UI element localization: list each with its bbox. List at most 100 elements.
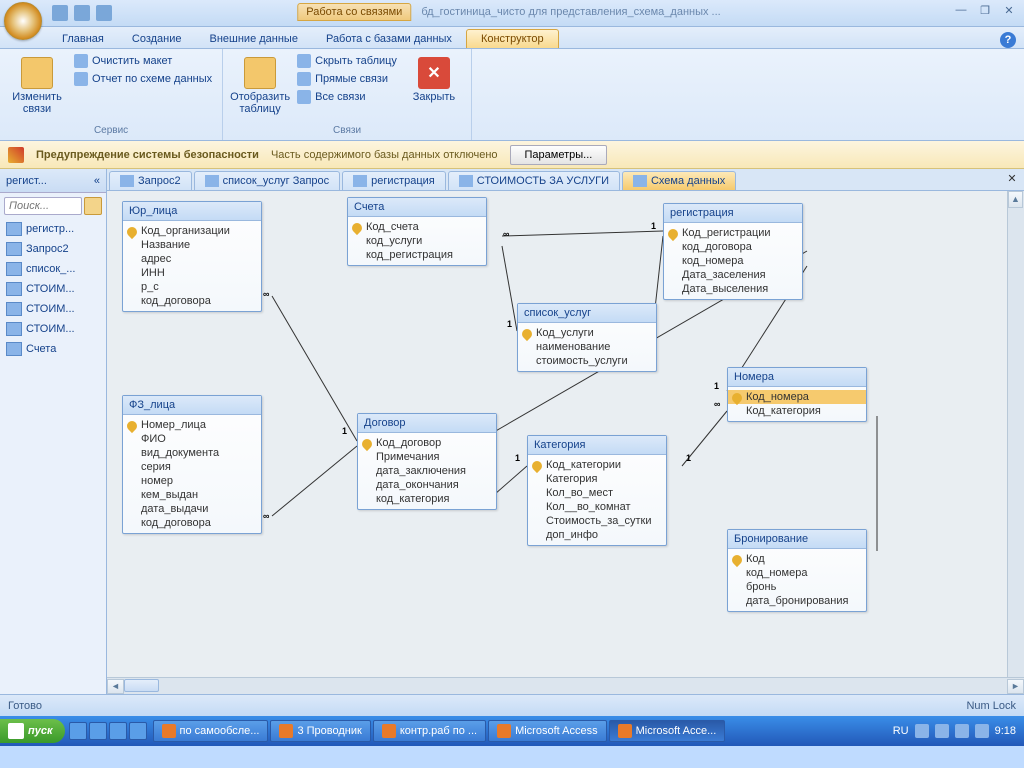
field[interactable]: код_договора (123, 294, 261, 308)
table-Юр_лица[interactable]: Юр_лицаКод_организацииНазваниеадресИННр_… (122, 201, 262, 312)
doc-tab-0[interactable]: Запрос2 (109, 171, 192, 190)
field[interactable]: доп_инфо (528, 528, 666, 542)
close-button[interactable]: ✕ (1000, 4, 1018, 18)
office-button[interactable] (4, 2, 42, 40)
table-Договор[interactable]: ДоговорКод_договорПримечаниядата_заключе… (357, 413, 497, 510)
field[interactable]: Код_счета (348, 220, 486, 234)
table-регистрация[interactable]: регистрацияКод_регистрациикод_договорако… (663, 203, 803, 300)
ribbon-tab-create[interactable]: Создание (118, 30, 196, 48)
field[interactable]: адрес (123, 252, 261, 266)
field[interactable]: код_услуги (348, 234, 486, 248)
table-header[interactable]: Юр_лица (123, 202, 261, 221)
table-header[interactable]: Номера (728, 368, 866, 387)
field[interactable]: дата_бронирования (728, 594, 866, 608)
field[interactable]: код_договора (664, 240, 802, 254)
hide-table-button[interactable]: Скрыть таблицу (295, 53, 399, 69)
clear-layout-button[interactable]: Очистить макет (72, 53, 214, 69)
nav-item[interactable]: СТОИМ... (0, 279, 106, 299)
field[interactable]: серия (123, 460, 261, 474)
field[interactable]: Стоимость_за_сутки (528, 514, 666, 528)
table-header[interactable]: список_услуг (518, 304, 656, 323)
field[interactable]: наименование (518, 340, 656, 354)
table-header[interactable]: регистрация (664, 204, 802, 223)
relations-canvas[interactable]: ∞ 1 ∞ ∞ 1 1 ∞ 1 1 ∞ 1 ∞ Юр_лицаКод_орган… (107, 191, 1024, 677)
field[interactable]: Кол__во_комнат (528, 500, 666, 514)
ribbon-tab-home[interactable]: Главная (48, 30, 118, 48)
field[interactable]: Код_категории (528, 458, 666, 472)
taskbar-item[interactable]: контр.раб по ... (373, 720, 486, 742)
field[interactable]: вид_документа (123, 446, 261, 460)
ql-ie-icon[interactable] (69, 722, 87, 740)
ql-firefox-icon[interactable] (109, 722, 127, 740)
field[interactable]: стоимость_услуги (518, 354, 656, 368)
table-header[interactable]: Бронирование (728, 530, 866, 549)
close-design-button[interactable]: ✕Закрыть (405, 53, 463, 103)
nav-item[interactable]: СТОИМ... (0, 299, 106, 319)
start-button[interactable]: пуск (0, 719, 65, 743)
scroll-right-icon[interactable]: ► (1007, 679, 1024, 694)
field[interactable]: номер (123, 474, 261, 488)
table-Категория[interactable]: КатегорияКод_категорииКатегорияКол_во_ме… (527, 435, 667, 546)
all-relations-button[interactable]: Все связи (295, 89, 399, 105)
field[interactable]: р_с (123, 280, 261, 294)
qat-save-icon[interactable] (52, 5, 68, 21)
relation-report-button[interactable]: Отчет по схеме данных (72, 71, 214, 87)
field[interactable]: Код (728, 552, 866, 566)
scroll-thumb[interactable] (124, 679, 159, 692)
doc-tab-1[interactable]: список_услуг Запрос (194, 171, 341, 190)
field[interactable]: бронь (728, 580, 866, 594)
table-Счета[interactable]: Счета Код_счетакод_услугикод_регистрация (347, 197, 487, 266)
field[interactable]: код_договора (123, 516, 261, 530)
clock[interactable]: 9:18 (995, 725, 1016, 737)
field[interactable]: Код_договор (358, 436, 496, 450)
restore-button[interactable]: ❐ (976, 4, 994, 18)
ribbon-tab-dbtools[interactable]: Работа с базами данных (312, 30, 466, 48)
scroll-left-icon[interactable]: ◄ (107, 679, 124, 694)
doc-tab-3[interactable]: СТОИМОСТЬ ЗА УСЛУГИ (448, 171, 620, 190)
field[interactable]: Дата_выселения (664, 282, 802, 296)
field[interactable]: Номер_лица (123, 418, 261, 432)
field[interactable]: Кол_во_мест (528, 486, 666, 500)
nav-header[interactable]: регист...« (0, 169, 106, 193)
show-table-button[interactable]: Отобразить таблицу (231, 53, 289, 115)
field[interactable]: Дата_заселения (664, 268, 802, 282)
vertical-scrollbar[interactable]: ▲ (1007, 191, 1024, 677)
table-header[interactable]: Категория (528, 436, 666, 455)
field[interactable]: Код_категория (728, 404, 866, 418)
tray-icon[interactable] (955, 724, 969, 738)
field[interactable]: Примечания (358, 450, 496, 464)
doc-tab-2[interactable]: регистрация (342, 171, 446, 190)
field[interactable]: кем_выдан (123, 488, 261, 502)
taskbar-item[interactable]: по самообсле... (153, 720, 269, 742)
horizontal-scrollbar[interactable]: ◄ ► (107, 677, 1024, 694)
minimize-button[interactable]: — (952, 4, 970, 18)
table-Бронирование[interactable]: Бронирование Кодкод_номераброньдата_брони… (727, 529, 867, 612)
tray-icon[interactable] (975, 724, 989, 738)
lang-indicator[interactable]: RU (893, 725, 909, 737)
field[interactable]: Код_услуги (518, 326, 656, 340)
field[interactable]: ФИО (123, 432, 261, 446)
field[interactable]: код_номера (728, 566, 866, 580)
tray-icon[interactable] (935, 724, 949, 738)
nav-item[interactable]: список_... (0, 259, 106, 279)
qat-undo-icon[interactable] (74, 5, 90, 21)
qat-redo-icon[interactable] (96, 5, 112, 21)
ql-more-icon[interactable] (129, 722, 147, 740)
edit-relations-button[interactable]: Изменить связи (8, 53, 66, 115)
table-список_услуг[interactable]: список_услуг Код_услугинаименованиестоимо… (517, 303, 657, 372)
table-header[interactable]: Договор (358, 414, 496, 433)
table-header[interactable]: Счета (348, 198, 486, 217)
table-Номера[interactable]: Номера Код_номераКод_категория (727, 367, 867, 422)
nav-item[interactable]: Запрос2 (0, 239, 106, 259)
taskbar-item[interactable]: 3 Проводник (270, 720, 370, 742)
field[interactable]: Название (123, 238, 261, 252)
field[interactable]: код_регистрация (348, 248, 486, 262)
ribbon-tab-external[interactable]: Внешние данные (196, 30, 312, 48)
table-ФЗ_лица[interactable]: ФЗ_лицаНомер_лицаФИОвид_документасерияно… (122, 395, 262, 534)
taskbar-item[interactable]: Microsoft Acce... (609, 720, 726, 742)
field[interactable]: Категория (528, 472, 666, 486)
doc-tab-4[interactable]: Схема данных (622, 171, 736, 190)
field[interactable]: дата_выдачи (123, 502, 261, 516)
field[interactable]: Код_номера (728, 390, 866, 404)
nav-item[interactable]: Счета (0, 339, 106, 359)
